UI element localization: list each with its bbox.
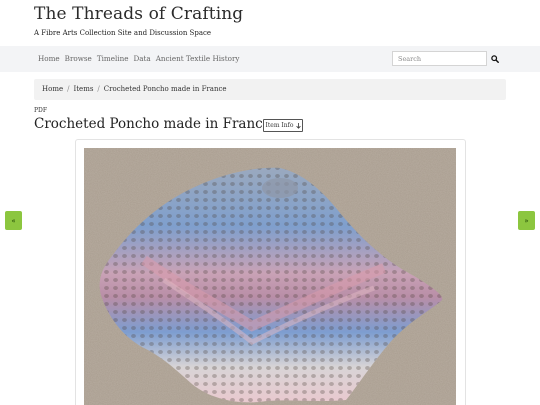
nav-item-ancient-textile-history[interactable]: Ancient Textile History	[156, 54, 240, 63]
breadcrumb-separator: /	[97, 85, 100, 93]
search-button[interactable]	[488, 51, 502, 66]
item-info-label: Item Info	[265, 122, 294, 129]
prev-item-button[interactable]: «	[5, 211, 22, 230]
nav-item-data[interactable]: Data	[133, 54, 150, 63]
breadcrumb: Home / Items / Crocheted Poncho made in …	[34, 79, 506, 100]
search-input[interactable]: Search	[392, 51, 487, 66]
breadcrumb-items[interactable]: Items	[73, 85, 93, 94]
search-icon	[491, 54, 499, 63]
page-title: Crocheted Poncho made in France	[34, 116, 271, 132]
breadcrumb-home[interactable]: Home	[42, 85, 63, 94]
arrow-down-icon	[295, 122, 301, 129]
item-photo[interactable]	[84, 148, 456, 405]
item-info-button[interactable]: Item Info	[263, 119, 303, 132]
nav-links: Home Browse Timeline Data Ancient Textil…	[38, 54, 239, 63]
breadcrumb-current: Crocheted Poncho made in France	[103, 85, 227, 93]
format-label[interactable]: PDF	[34, 107, 47, 114]
site-tagline: A Fibre Arts Collection Site and Discuss…	[34, 29, 212, 37]
nav-item-timeline[interactable]: Timeline	[97, 54, 129, 63]
chevron-left-icon: «	[11, 216, 16, 225]
poncho-photo-image	[84, 148, 456, 405]
site-header: The Threads of Crafting A Fibre Arts Col…	[34, 4, 243, 37]
nav-item-home[interactable]: Home	[38, 54, 60, 63]
nav-item-browse[interactable]: Browse	[65, 54, 92, 63]
breadcrumb-separator: /	[67, 85, 70, 93]
site-title[interactable]: The Threads of Crafting	[34, 4, 243, 24]
chevron-right-icon: »	[524, 216, 529, 225]
next-item-button[interactable]: »	[518, 211, 535, 230]
